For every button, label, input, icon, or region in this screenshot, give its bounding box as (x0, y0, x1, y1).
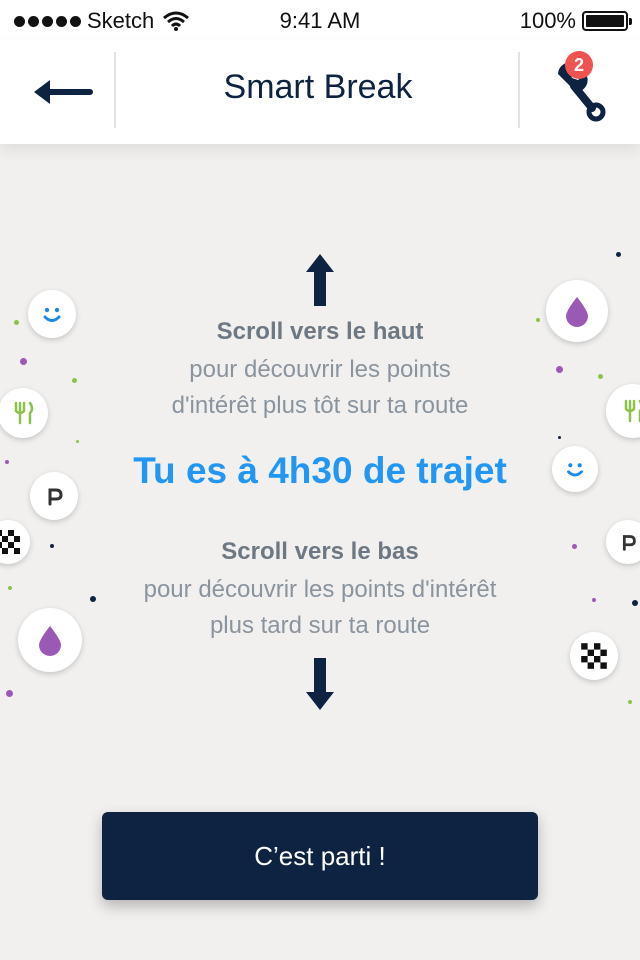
confetti-dot (6, 690, 13, 697)
confetti-dot (8, 586, 12, 590)
confetti-dot (556, 366, 563, 373)
smile-icon (28, 290, 76, 338)
confetti-dot (616, 252, 621, 257)
scroll-down-line2: plus tard sur ta route (209, 612, 431, 639)
nav-divider-right (518, 52, 520, 128)
confetti-dot (598, 374, 603, 379)
smile-icon (552, 446, 598, 492)
confetti-dot (558, 436, 561, 439)
confetti-dot (632, 600, 638, 606)
confetti-dot (592, 598, 596, 602)
confetti-dot (76, 440, 79, 443)
confetti-dot (572, 544, 577, 549)
trip-duration-headline: Tu es à 4h30 de trajet (133, 450, 507, 491)
confetti-dot (5, 460, 9, 464)
battery-percent: 100% (519, 8, 576, 33)
checkered-flag-icon (570, 632, 618, 680)
navigation-bar: Smart Break (0, 40, 640, 144)
fork-knife-icon (0, 388, 48, 438)
drop-icon (18, 608, 82, 672)
start-button[interactable]: C’est parti ! (102, 812, 538, 900)
arrow-up-icon (306, 254, 334, 306)
scroll-down-line1: pour découvrir les points d'intérêt (143, 576, 497, 603)
scroll-up-line2: d'intérêt plus tôt sur ta route (171, 392, 469, 419)
scroll-down-title: Scroll vers le bas (221, 538, 419, 565)
battery-icon (582, 11, 632, 31)
confetti-dot (20, 358, 27, 365)
scroll-up-title: Scroll vers le haut (216, 318, 424, 345)
back-arrow-icon[interactable] (30, 74, 94, 110)
page-title: Smart Break (223, 68, 413, 106)
status-right: 100% (519, 8, 632, 34)
drop-icon (546, 280, 608, 342)
confetti-dot (72, 378, 77, 383)
confetti-dot (90, 596, 96, 602)
confetti-dot (50, 544, 54, 548)
notification-badge: 2 (565, 51, 593, 79)
confetti-dot (628, 700, 632, 704)
confetti-dot (536, 318, 540, 322)
parking-icon (30, 472, 78, 520)
scroll-up-line1: pour découvrir les points (189, 356, 451, 383)
status-bar: Sketch 9:41 AM 100% (0, 0, 640, 40)
confetti-dot (14, 320, 19, 325)
arrow-down-icon (306, 658, 334, 710)
